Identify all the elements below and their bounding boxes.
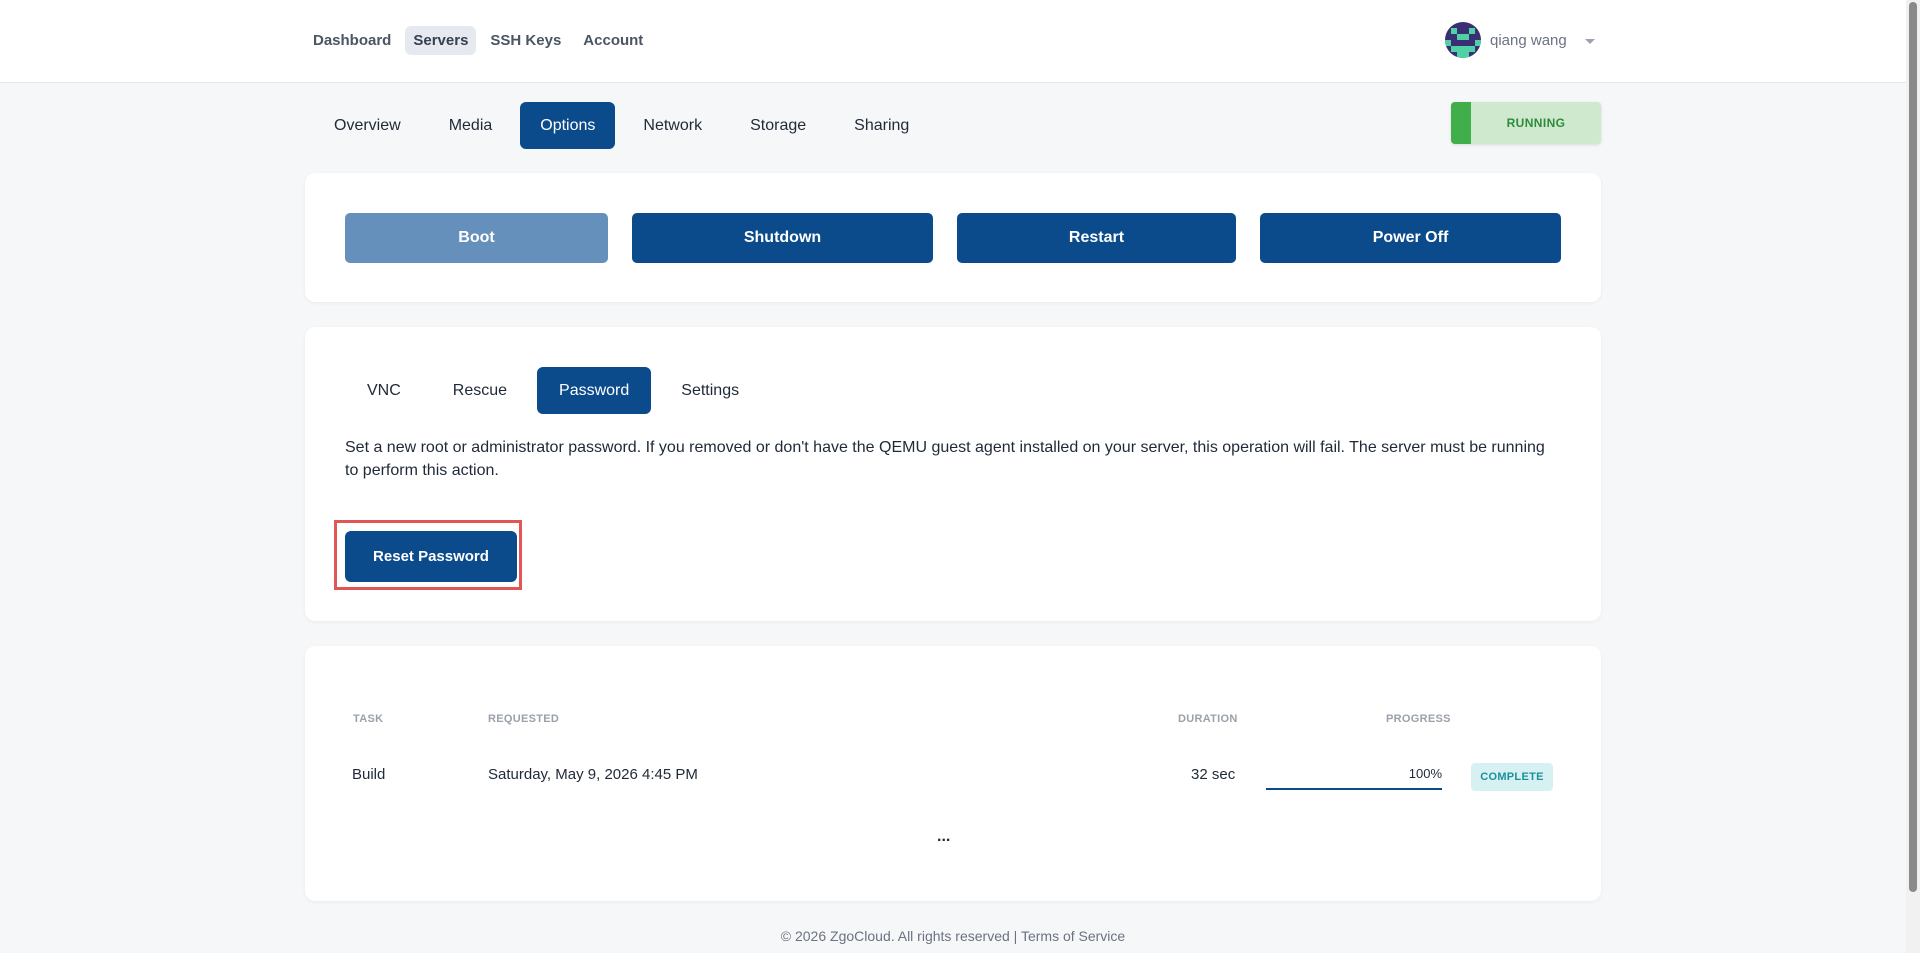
more-tasks-link[interactable]: ... [937,828,950,846]
nav-dashboard[interactable]: Dashboard [305,26,399,55]
password-description: Set a new root or administrator password… [345,439,1545,479]
task-duration: 32 sec [1191,766,1236,783]
nav-account[interactable]: Account [575,26,651,55]
restart-button[interactable]: Restart [957,213,1236,263]
footer: © 2026 ZgoCloud. All rights reserved | T… [0,928,1906,944]
tasks-card: TASK REQUESTED DURATION PROGRESS Build S… [305,646,1601,901]
options-card: VNC Rescue Password Settings Set a new r… [305,327,1601,621]
power-controls-card: Boot Shutdown Restart Power Off [305,173,1601,302]
task-status-badge: COMPLETE [1471,763,1553,791]
subtab-password[interactable]: Password [537,367,652,414]
header-progress: PROGRESS [1386,713,1451,725]
footer-copyright: © 2026 ZgoCloud. All rights reserved | [780,928,1018,944]
status-badge: RUNNING [1451,102,1601,144]
boot-button[interactable]: Boot [345,213,608,263]
tab-network[interactable]: Network [623,102,722,149]
status-indicator [1451,102,1471,144]
chevron-down-icon [1584,38,1595,44]
user-name: qiang wang [1490,31,1567,49]
user-menu[interactable]: qiang wang [1445,22,1595,58]
status-label: RUNNING [1506,116,1566,130]
task-requested: Saturday, May 9, 2026 4:45 PM [488,766,698,783]
task-progress-text: 100% [1408,766,1442,781]
task-progress: 100% [1266,766,1442,790]
subtab-rescue[interactable]: Rescue [431,367,529,414]
reset-password-button[interactable]: Reset Password [345,531,517,582]
tab-sharing[interactable]: Sharing [834,102,929,149]
nav-servers[interactable]: Servers [405,26,477,55]
shutdown-button[interactable]: Shutdown [632,213,933,263]
avatar [1445,22,1481,58]
scrollbar-thumb[interactable] [1909,2,1917,892]
header-task: TASK [353,713,384,725]
subtab-vnc[interactable]: VNC [345,367,423,414]
tab-options[interactable]: Options [520,102,616,149]
tab-overview[interactable]: Overview [314,102,421,149]
task-progress-bar [1266,788,1442,790]
options-subtabs: VNC Rescue Password Settings [345,367,761,414]
main-nav: Dashboard Servers SSH Keys Account [305,26,651,55]
power-off-button[interactable]: Power Off [1260,213,1561,263]
tab-media[interactable]: Media [429,102,513,149]
scrollbar[interactable] [1906,0,1920,953]
nav-ssh-keys[interactable]: SSH Keys [482,26,569,55]
terms-link[interactable]: Terms of Service [1021,928,1125,944]
top-navbar: Dashboard Servers SSH Keys Account qiang… [0,0,1906,83]
tab-storage[interactable]: Storage [730,102,826,149]
header-requested: REQUESTED [488,713,560,725]
header-duration: DURATION [1178,713,1238,725]
server-tabs: Overview Media Options Network Storage S… [314,102,929,149]
task-name: Build [352,766,386,783]
subtab-settings[interactable]: Settings [659,367,761,414]
